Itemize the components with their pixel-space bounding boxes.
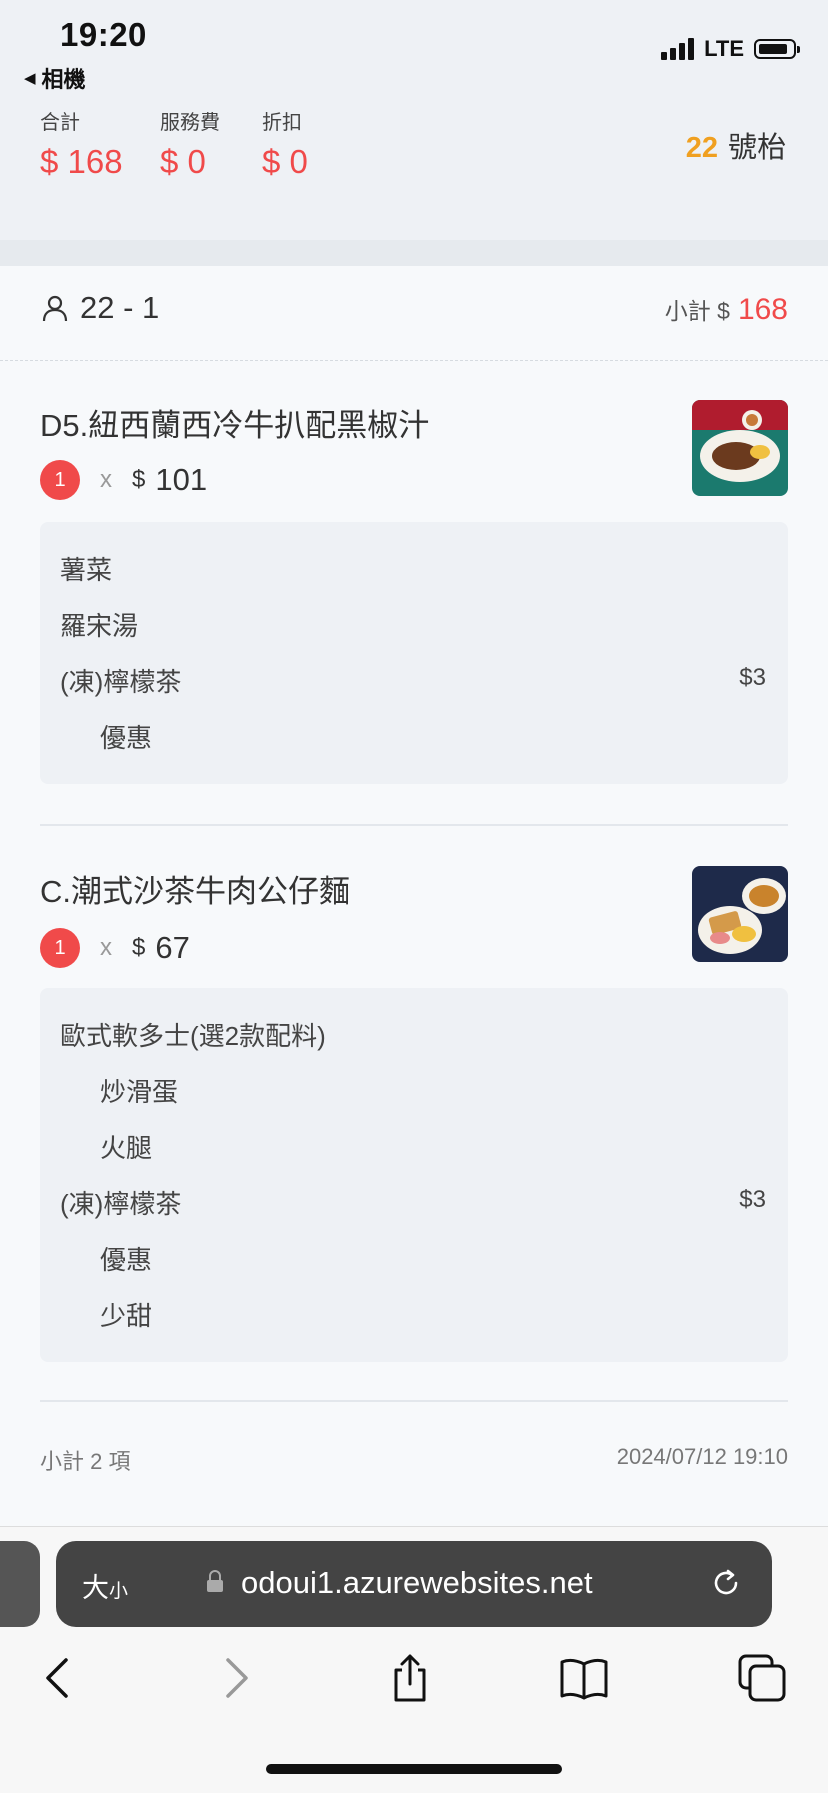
item-options: 歐式軟多士(選2款配料) 炒滑蛋 火腿 (凍)檸檬茶 $3 優惠 少甜 <box>40 988 788 1362</box>
item-thumbnail-noodles[interactable] <box>692 866 788 962</box>
tabs-icon[interactable] <box>736 1652 788 1704</box>
text-size-small: 小 <box>109 1581 129 1602</box>
option-item: 羅宋湯 <box>60 611 139 641</box>
guest-subtotal-label: 小計 $ <box>664 298 730 324</box>
item-price: 101 <box>155 462 208 497</box>
status-time: 19:20 <box>60 16 147 53</box>
option-item: (凍)檸檬茶 <box>60 1189 182 1219</box>
currency-symbol: $ <box>132 466 146 493</box>
previous-tab-peek[interactable] <box>0 1541 40 1627</box>
person-icon <box>42 295 68 322</box>
service-fee-value: $ 0 <box>160 143 206 180</box>
item-title[interactable]: C.潮式沙茶牛肉公仔麵 <box>40 866 350 911</box>
back-triangle-icon: ◀ <box>24 70 36 87</box>
table-number-suffix: 號枱 <box>727 132 786 164</box>
back-to-app[interactable]: ◀ 相機 <box>24 62 86 94</box>
multiply-sign: x <box>100 934 112 961</box>
total-label: 合計 <box>40 112 80 134</box>
network-type: LTE <box>704 36 744 61</box>
discount-label: 折扣 <box>262 112 302 134</box>
discount-value: $ 0 <box>262 143 308 180</box>
address-bar[interactable]: 大小 odoui1.azurewebsites.net <box>56 1541 772 1627</box>
option-price: $3 <box>739 1186 766 1213</box>
item-qty-row: 1 x $ 67 <box>40 928 190 968</box>
signal-icon <box>661 38 695 60</box>
guest-label: 22 - 1 <box>80 290 160 325</box>
text-size-button[interactable]: 大小 <box>82 1566 128 1605</box>
share-icon[interactable] <box>384 1652 436 1704</box>
forward-icon[interactable] <box>210 1652 262 1704</box>
url-text[interactable]: odoui1.azurewebsites.net <box>241 1565 593 1601</box>
status-bar: 19:20 ◀ 相機 LTE <box>0 0 828 92</box>
total-block: 合計 $ 168 <box>40 106 123 181</box>
item-price: 67 <box>155 930 190 965</box>
option-item: 優惠 <box>100 1245 153 1275</box>
home-indicator[interactable] <box>266 1764 562 1774</box>
total-value: $ 168 <box>40 143 123 180</box>
dashed-divider <box>0 360 828 361</box>
service-fee-block: 服務費 $ 0 <box>160 106 220 181</box>
service-fee-label: 服務費 <box>160 112 220 134</box>
header-divider <box>0 240 828 266</box>
guest-row: 22 - 1 <box>40 290 159 326</box>
option-item: 炒滑蛋 <box>100 1077 179 1107</box>
quantity-badge[interactable]: 1 <box>40 460 80 500</box>
item-divider <box>40 1400 788 1402</box>
item-title[interactable]: D5.紐西蘭西冷牛扒配黑椒汁 <box>40 400 429 445</box>
battery-icon <box>754 39 800 59</box>
option-item: (凍)檸檬茶 <box>60 667 182 697</box>
item-divider <box>40 824 788 826</box>
guest-subtotal: 小計 $ 168 <box>665 292 788 327</box>
option-item: 歐式軟多士(選2款配料) <box>60 1021 326 1051</box>
item-qty-row: 1 x $ 101 <box>40 460 207 500</box>
status-indicators: LTE <box>661 36 800 62</box>
item-options: 薯菜 羅宋湯 (凍)檸檬茶 $3 優惠 <box>40 522 788 784</box>
text-size-large: 大 <box>82 1573 109 1603</box>
currency-symbol: $ <box>132 934 146 961</box>
discount-block: 折扣 $ 0 <box>262 106 308 181</box>
lock-icon <box>207 1570 223 1592</box>
table-number-value: 22 <box>685 132 718 164</box>
back-icon[interactable] <box>32 1652 84 1704</box>
option-item: 薯菜 <box>60 555 113 585</box>
table-number: 22 號枱 <box>686 124 786 166</box>
order-datetime: 2024/07/12 19:10 <box>616 1444 788 1469</box>
option-item: 少甜 <box>100 1301 153 1331</box>
guest-subtotal-amount: 168 <box>737 293 788 326</box>
item-count: 小計 2 項 <box>40 1449 131 1474</box>
option-item: 優惠 <box>100 723 153 753</box>
option-price: $3 <box>739 664 766 691</box>
bookmarks-icon[interactable] <box>558 1652 610 1704</box>
multiply-sign: x <box>100 466 112 493</box>
reload-icon[interactable] <box>708 1565 744 1601</box>
item-thumbnail-steak[interactable] <box>692 400 788 496</box>
quantity-badge[interactable]: 1 <box>40 928 80 968</box>
option-item: 火腿 <box>100 1133 153 1163</box>
back-app-label: 相機 <box>41 67 86 92</box>
